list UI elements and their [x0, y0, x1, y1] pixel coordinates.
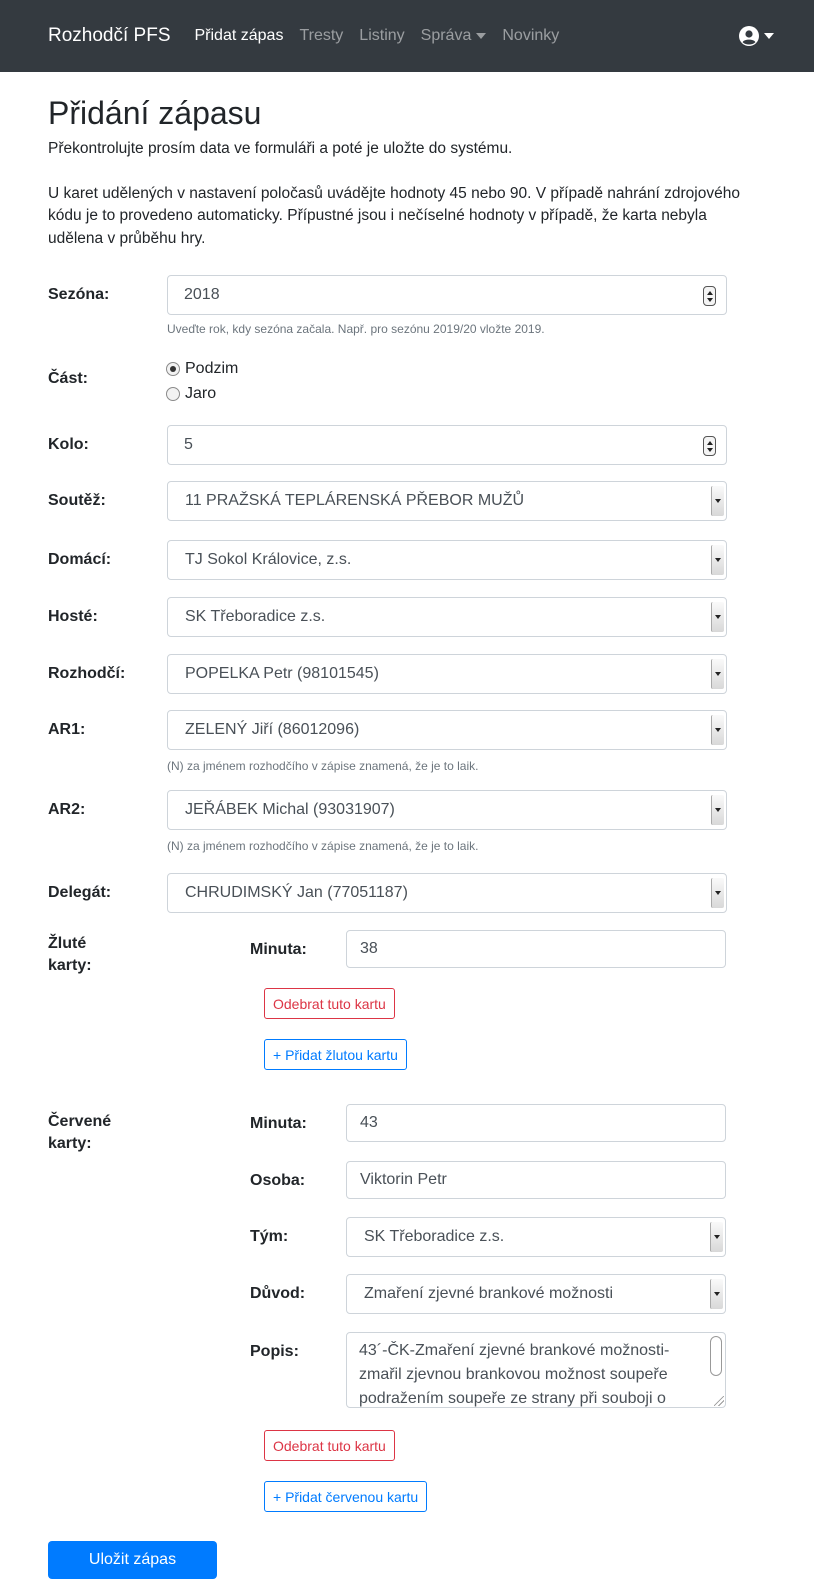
radio-unchecked-icon[interactable]: [166, 387, 180, 401]
ar2-select[interactable]: JEŘÁBEK Michal (93031907): [167, 790, 727, 830]
yellow-cards-label: Žluté karty:: [48, 935, 92, 975]
select-arrow-icon[interactable]: [711, 878, 724, 908]
red-minute-value: 43: [360, 1114, 378, 1131]
nav-item-sprava[interactable]: Správa: [421, 27, 487, 45]
save-match-button[interactable]: Uložit zápas: [48, 1541, 217, 1579]
red-reason-value: Zmaření zjevné brankové možnosti: [364, 1285, 613, 1302]
delegate-value: CHRUDIMSKÝ Jan (77051187): [185, 884, 408, 901]
resize-handle-icon[interactable]: [714, 1396, 724, 1406]
ar2-value: JEŘÁBEK Michal (93031907): [185, 801, 395, 818]
red-cards-label: Červené karty:: [48, 1113, 112, 1153]
spinner-icon[interactable]: [703, 286, 716, 306]
radio-checked-icon[interactable]: [166, 362, 180, 376]
red-person-value: Viktorin Petr: [360, 1171, 447, 1188]
select-arrow-icon[interactable]: [711, 486, 724, 516]
referee-label: Rozhodčí:: [48, 665, 126, 682]
remove-yellow-card-button[interactable]: Odebrat tuto kartu: [264, 988, 395, 1019]
away-label: Hosté:: [48, 608, 98, 625]
round-input[interactable]: 5: [167, 425, 727, 465]
away-select[interactable]: SK Třeboradice z.s.: [167, 597, 727, 637]
red-description-label: Popis:: [250, 1343, 299, 1360]
ar2-help: (N) za jménem rozhodčího v zápise znamen…: [167, 839, 479, 853]
red-minute-label: Minuta:: [250, 1115, 307, 1132]
top-navbar: Rozhodčí PFS Přidat zápas Tresty Listiny…: [0, 0, 814, 72]
user-menu[interactable]: [739, 26, 774, 46]
chevron-down-icon: [764, 33, 774, 39]
yellow-minute-label: Minuta:: [250, 941, 307, 958]
chevron-down-icon: [476, 33, 487, 39]
competition-select[interactable]: 11 PRAŽSKÁ TEPLÁRENSKÁ PŘEBOR MUŽŮ: [167, 481, 727, 521]
ar1-help: (N) za jménem rozhodčího v zápise znamen…: [167, 759, 479, 773]
nav-item-listiny[interactable]: Listiny: [359, 27, 404, 45]
red-person-input[interactable]: Viktorin Petr: [346, 1161, 726, 1199]
brand-link[interactable]: Rozhodčí PFS: [48, 25, 171, 47]
away-value: SK Třeboradice z.s.: [185, 608, 326, 625]
home-select[interactable]: TJ Sokol Královice, z.s.: [167, 540, 727, 580]
page-title: Přidání zápasu: [48, 95, 262, 131]
season-label: Sezóna:: [48, 286, 110, 303]
radio-podzim[interactable]: Podzim: [166, 360, 238, 378]
select-arrow-icon[interactable]: [711, 602, 724, 632]
ar1-label: AR1:: [48, 721, 86, 738]
red-reason-label: Důvod:: [250, 1285, 306, 1302]
remove-red-card-button[interactable]: Odebrat tuto kartu: [264, 1430, 395, 1461]
red-team-select[interactable]: SK Třeboradice z.s.: [346, 1217, 726, 1257]
yellow-minute-input[interactable]: 38: [346, 930, 726, 968]
spinner-icon[interactable]: [703, 436, 716, 456]
delegate-label: Delegát:: [48, 884, 112, 901]
home-value: TJ Sokol Královice, z.s.: [185, 551, 352, 568]
nav-item-pridat-zapas[interactable]: Přidat zápas: [195, 27, 284, 45]
radio-jaro[interactable]: Jaro: [166, 385, 216, 403]
round-value: 5: [184, 436, 193, 453]
yellow-minute-value: 38: [360, 940, 378, 957]
ar2-label: AR2:: [48, 801, 86, 818]
intro-text: Překontrolujte prosím data ve formuláři …: [48, 140, 513, 158]
referee-value: POPELKA Petr (98101545): [185, 665, 379, 682]
select-arrow-icon[interactable]: [711, 545, 724, 575]
season-value: 2018: [184, 286, 220, 303]
ar1-select[interactable]: ZELENÝ Jiří (86012096): [167, 710, 727, 750]
competition-label: Soutěž:: [48, 492, 106, 509]
red-minute-input[interactable]: 43: [346, 1104, 726, 1142]
red-team-value: SK Třeboradice z.s.: [364, 1228, 505, 1245]
red-team-label: Tým:: [250, 1228, 289, 1245]
season-input[interactable]: 2018: [167, 275, 727, 315]
nav-item-sprava-label: Správa: [420, 27, 472, 44]
textarea-scrollbar[interactable]: [710, 1336, 722, 1376]
referee-select[interactable]: POPELKA Petr (98101545): [167, 654, 727, 694]
select-arrow-icon[interactable]: [710, 1222, 723, 1252]
select-arrow-icon[interactable]: [710, 1279, 723, 1309]
add-yellow-card-button[interactable]: + Přidat žlutou kartu: [264, 1039, 407, 1070]
home-label: Domácí:: [48, 551, 112, 568]
select-arrow-icon[interactable]: [711, 795, 724, 825]
red-reason-select[interactable]: Zmaření zjevné brankové možnosti: [346, 1274, 726, 1314]
red-description-textarea[interactable]: 43´-ČK-Zmaření zjevné brankové možnosti-…: [346, 1332, 726, 1408]
round-label: Kolo:: [48, 436, 89, 453]
radio-podzim-label: Podzim: [185, 360, 239, 377]
radio-jaro-label: Jaro: [185, 385, 217, 402]
select-arrow-icon[interactable]: [711, 659, 724, 689]
select-arrow-icon[interactable]: [711, 715, 724, 745]
nav-item-tresty[interactable]: Tresty: [299, 27, 343, 45]
season-help: Uveďte rok, kdy sezóna začala. Např. pro…: [167, 322, 545, 336]
info-text: U karet udělených v nastavení poločasů u…: [48, 184, 740, 247]
red-person-label: Osoba:: [250, 1172, 306, 1189]
competition-value: 11 PRAŽSKÁ TEPLÁRENSKÁ PŘEBOR MUŽŮ: [185, 492, 525, 509]
user-icon: [739, 26, 759, 46]
add-red-card-button[interactable]: + Přidat červenou kartu: [264, 1481, 428, 1512]
nav-item-novinky[interactable]: Novinky: [502, 27, 559, 45]
part-label: Část:: [48, 370, 89, 387]
delegate-select[interactable]: CHRUDIMSKÝ Jan (77051187): [167, 873, 727, 913]
ar1-value: ZELENÝ Jiří (86012096): [185, 721, 360, 738]
